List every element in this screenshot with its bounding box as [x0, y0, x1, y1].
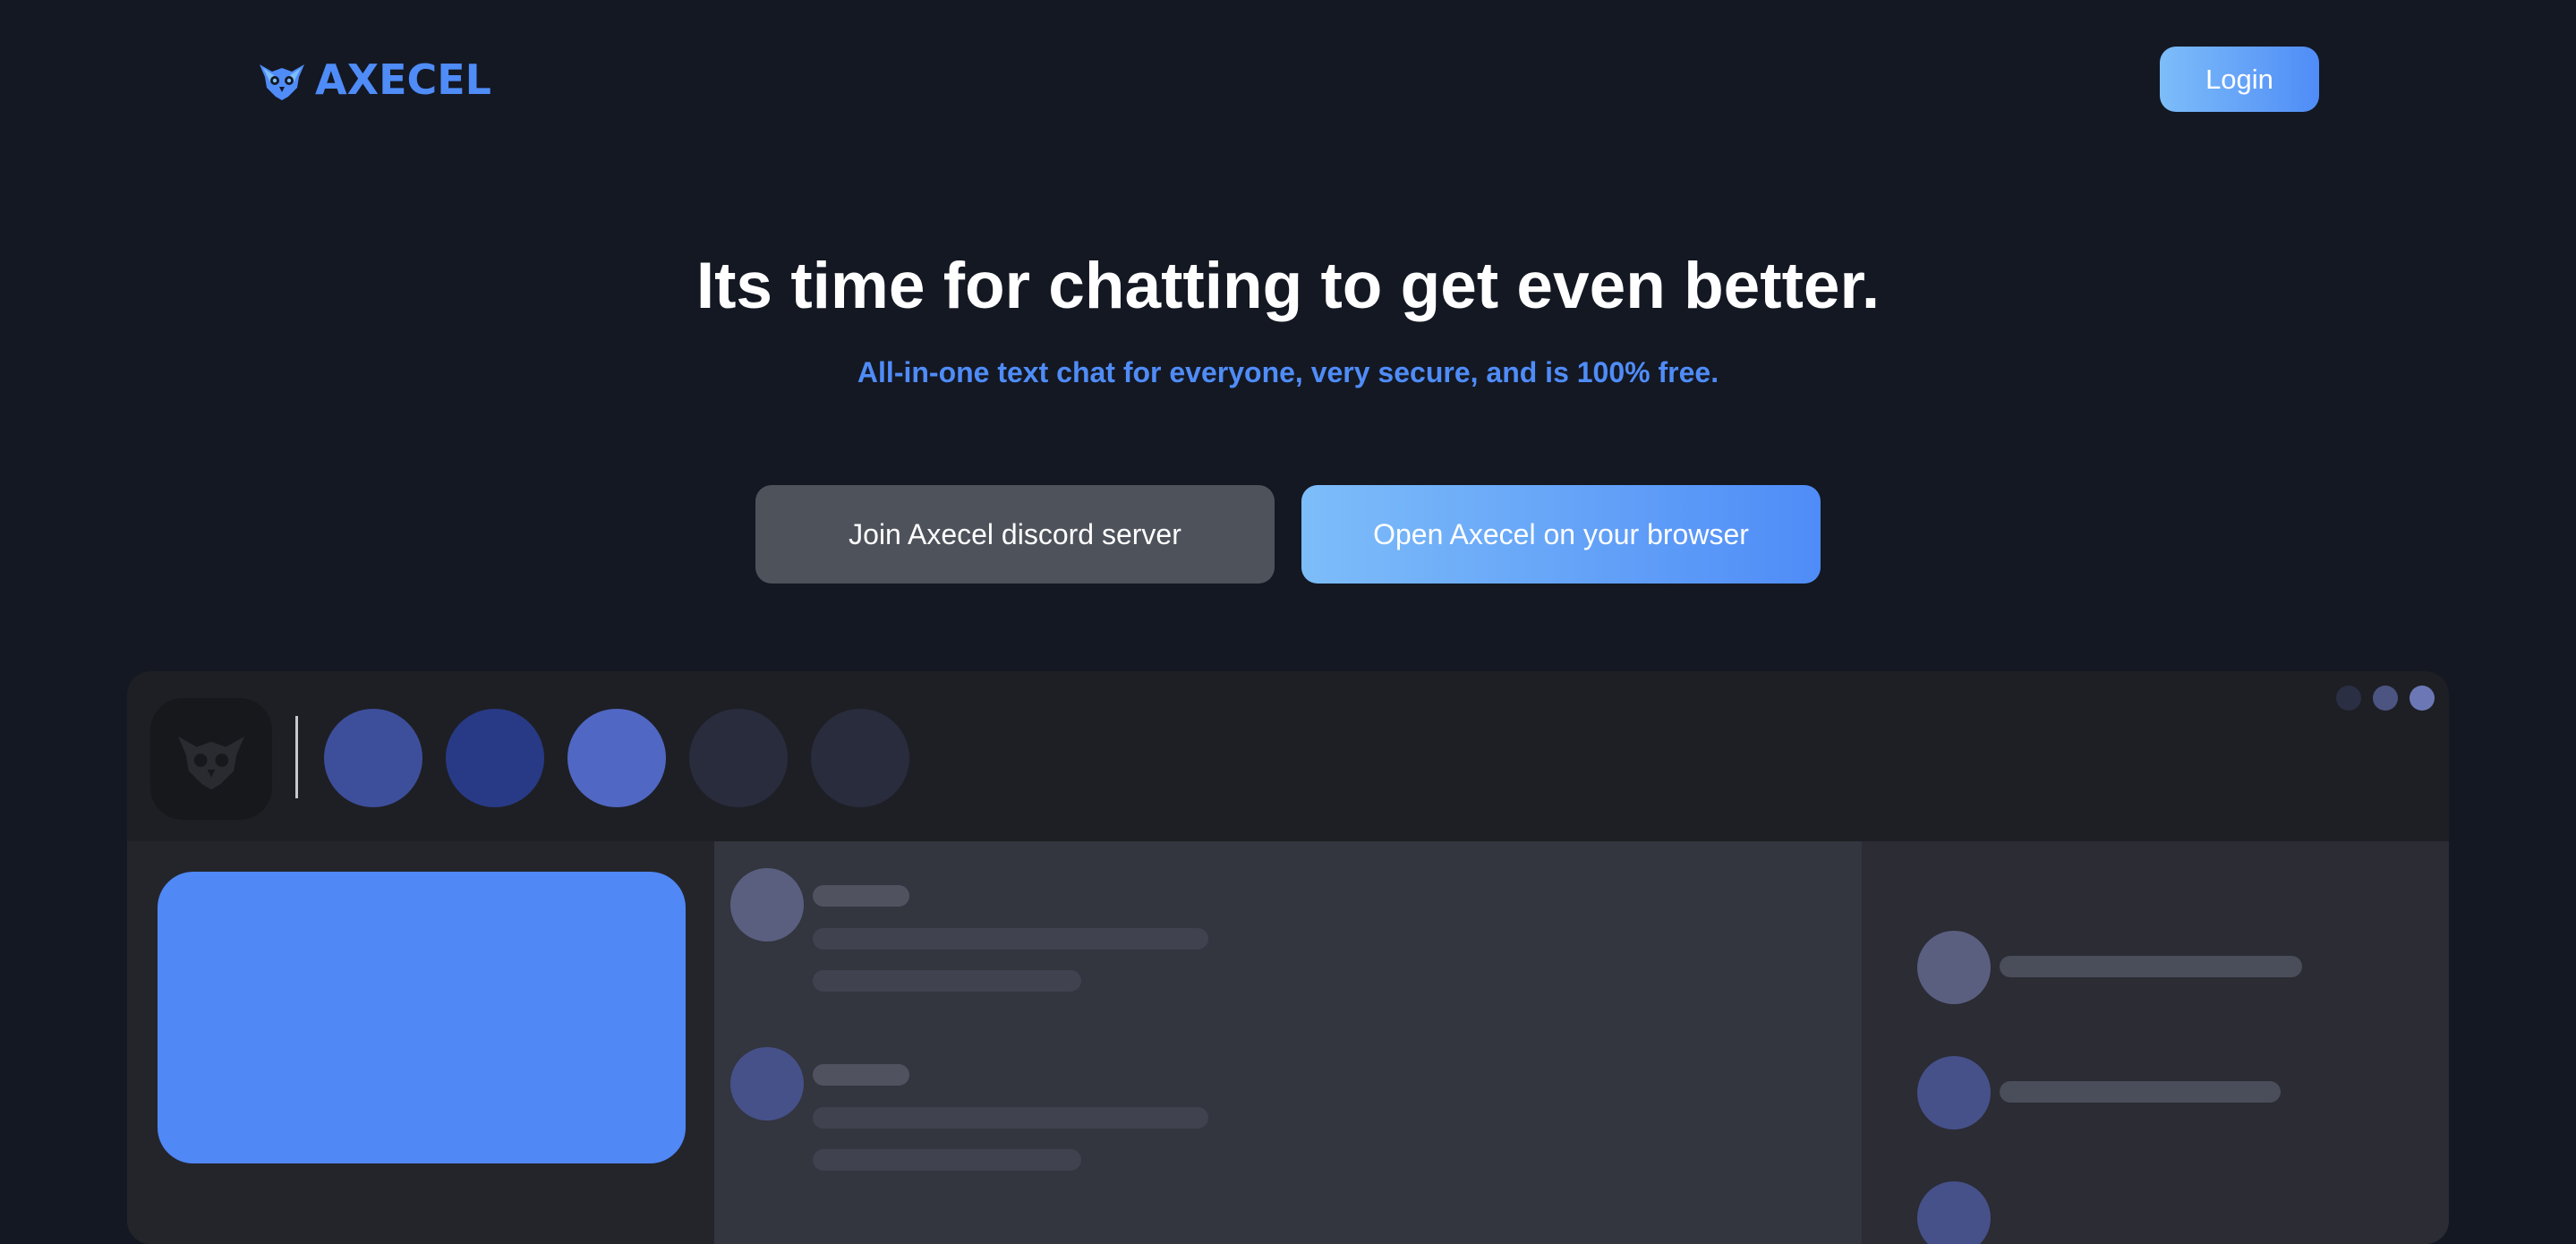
login-button[interactable]: Login	[2160, 47, 2319, 112]
server-logo	[150, 698, 272, 820]
server-bar	[127, 671, 2449, 841]
chat-panel	[714, 841, 1862, 1244]
server-banner	[158, 872, 686, 1163]
message-avatar	[730, 1047, 804, 1120]
message-line-placeholder	[813, 1149, 1081, 1171]
window-controls	[2336, 686, 2435, 711]
owl-logo-icon	[260, 64, 304, 100]
server-icon	[689, 709, 788, 807]
channel-panel	[127, 841, 714, 1244]
brand-name: AXECEL	[315, 55, 491, 104]
window-dot	[2336, 686, 2361, 711]
join-discord-button[interactable]: Join Axecel discord server	[755, 485, 1275, 584]
message-avatar	[730, 868, 804, 942]
message-author-placeholder	[813, 885, 909, 907]
message-line-placeholder	[813, 928, 1208, 950]
hero-title: Its time for chatting to get even better…	[695, 250, 1881, 322]
window-dot	[2373, 686, 2398, 711]
server-icon	[567, 709, 666, 807]
member-avatar	[1917, 931, 1991, 1004]
open-browser-button[interactable]: Open Axecel on your browser	[1301, 485, 1821, 584]
server-icon	[324, 709, 422, 807]
member-avatar	[1917, 1181, 1991, 1244]
window-dot	[2410, 686, 2435, 711]
message-line-placeholder	[813, 970, 1081, 992]
server-icon	[811, 709, 909, 807]
message-line-placeholder	[813, 1107, 1208, 1129]
hero-subtitle: All-in-one text chat for everyone, very …	[857, 356, 1719, 388]
site-header: AXECEL Login	[0, 0, 2576, 161]
member-avatar	[1917, 1056, 1991, 1129]
message-author-placeholder	[813, 1064, 909, 1086]
owl-server-icon	[177, 736, 245, 790]
app-preview	[127, 671, 2449, 1244]
member-name-placeholder	[2000, 1081, 2281, 1103]
member-panel	[1862, 841, 2449, 1244]
member-name-placeholder	[2000, 956, 2302, 977]
server-icon	[446, 709, 544, 807]
brand-logo[interactable]: AXECEL	[258, 55, 491, 104]
server-divider	[295, 716, 298, 798]
